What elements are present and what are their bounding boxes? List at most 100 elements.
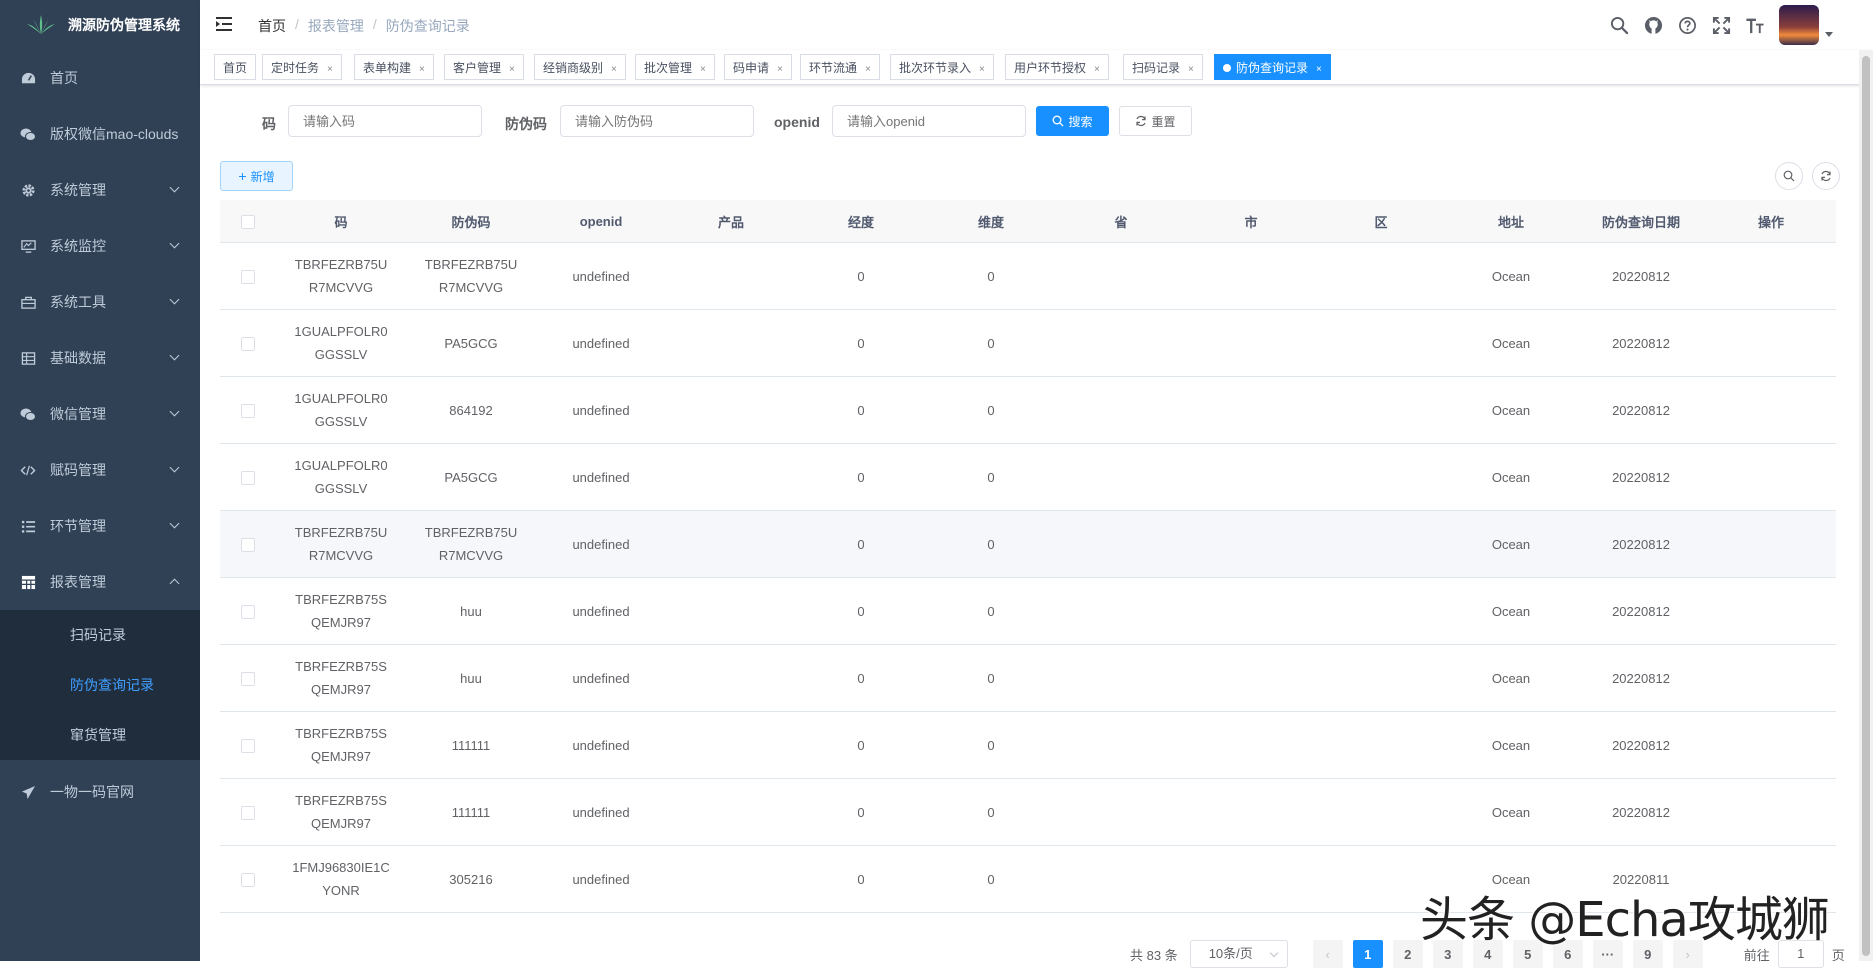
sidebar-item-website[interactable]: 一物一码官网 — [0, 764, 200, 820]
row-checkbox[interactable] — [241, 605, 255, 620]
prev-page-button[interactable]: ‹ — [1312, 940, 1343, 968]
scrollbar-thumb[interactable] — [1862, 56, 1870, 956]
sidebar-item-3[interactable]: 系统监控 — [0, 218, 200, 274]
close-icon[interactable]: × — [1316, 64, 1322, 75]
add-button[interactable]: + 新增 — [220, 161, 293, 191]
openid-input[interactable] — [832, 105, 1026, 137]
tag-6[interactable]: 码申请 × — [724, 54, 792, 80]
close-icon[interactable]: × — [327, 64, 333, 75]
close-icon[interactable]: × — [979, 64, 985, 75]
caret-down-icon[interactable] — [1825, 31, 1833, 37]
tag-9[interactable]: 用户环节授权 × — [1005, 54, 1109, 80]
sidebar-item-2[interactable]: 系统管理 — [0, 162, 200, 218]
tag-4[interactable]: 经销商级别 × — [534, 54, 626, 80]
close-icon[interactable]: × — [777, 64, 783, 75]
sidebar-item-label: 版权微信mao-clouds — [50, 126, 179, 142]
tag-10[interactable]: 扫码记录 × — [1123, 54, 1203, 80]
table-cell — [1706, 443, 1836, 511]
table-cell — [1316, 376, 1446, 444]
select-cell — [220, 376, 276, 444]
row-checkbox[interactable] — [241, 270, 255, 285]
tag-3[interactable]: 客户管理 × — [444, 54, 524, 80]
table-cell: huu — [406, 577, 536, 645]
sidebar-item-5[interactable]: 基础数据 — [0, 330, 200, 386]
close-icon[interactable]: × — [865, 64, 871, 75]
table-row[interactable]: 1GUALPFOLR0GGSSLV PA5GCG undefined 0 0 Ocean 2… — [220, 443, 1836, 511]
avatar[interactable] — [1779, 5, 1819, 45]
row-checkbox[interactable] — [241, 337, 255, 352]
page-scrollbar[interactable] — [1859, 50, 1873, 961]
app-logo[interactable]: 溯源防伪管理系统 — [0, 0, 200, 50]
tag-8[interactable]: 批次环节录入 × — [890, 54, 994, 80]
code-input[interactable] — [288, 105, 482, 137]
breadcrumb-home[interactable]: 首页 — [258, 16, 286, 36]
fullscreen-icon[interactable] — [1711, 15, 1731, 35]
row-checkbox[interactable] — [241, 538, 255, 553]
table-body: TBRFEZRB75UR7MCVVG TBRFEZRB75UR7MCVVG unde… — [220, 242, 1836, 913]
submenu-item-0[interactable]: 扫码记录 — [0, 610, 200, 660]
tag-0[interactable]: 首页 — [214, 54, 257, 80]
table-cell — [666, 376, 796, 444]
chevron-up-icon — [169, 578, 180, 589]
page-button[interactable]: 2 — [1392, 940, 1423, 968]
anti-code-input[interactable] — [560, 105, 754, 137]
sidebar-item-8[interactable]: 环节管理 — [0, 498, 200, 554]
tag-7[interactable]: 环节流通 × — [800, 54, 880, 80]
table-cell — [1706, 644, 1836, 712]
sidebar-item-6[interactable]: 微信管理 — [0, 386, 200, 442]
select-cell — [220, 711, 276, 779]
select-all-checkbox[interactable] — [241, 214, 255, 229]
github-icon[interactable] — [1643, 15, 1663, 35]
table-row[interactable]: TBRFEZRB75SQEMJR97 huu undefined 0 0 Ocean 202… — [220, 644, 1836, 712]
table-cell: 0 — [926, 845, 1056, 913]
page-size-select[interactable]: 10条/页 — [1189, 940, 1288, 968]
tag-5[interactable]: 批次管理 × — [635, 54, 715, 80]
toggle-search-button[interactable] — [1775, 162, 1803, 190]
row-checkbox[interactable] — [241, 739, 255, 754]
close-icon[interactable]: × — [611, 64, 617, 75]
close-icon[interactable]: × — [1188, 64, 1194, 75]
question-icon[interactable] — [1677, 15, 1697, 35]
row-checkbox[interactable] — [241, 471, 255, 486]
refresh-table-button[interactable] — [1812, 162, 1840, 190]
reset-button[interactable]: 重置 — [1119, 106, 1192, 136]
table-row[interactable]: 1GUALPFOLR0GGSSLV PA5GCG undefined 0 0 Ocean 2… — [220, 309, 1836, 377]
tags-view: 首页 定时任务 × 表单构建 × 客户管理 × 经销商级别 × 批次管理 × 码申请 × 环节流通 × 批次环… — [200, 50, 1873, 85]
table-row[interactable]: TBRFEZRB75SQEMJR97 huu undefined 0 0 Ocean 202… — [220, 577, 1836, 645]
close-icon[interactable]: × — [509, 64, 515, 75]
table-row[interactable]: TBRFEZRB75SQEMJR97 111111 undefined 0 0 Ocean… — [220, 778, 1836, 846]
sidebar-item-7[interactable]: 赋码管理 — [0, 442, 200, 498]
row-checkbox[interactable] — [241, 873, 255, 888]
code-label: 码 — [262, 116, 276, 132]
font-size-icon[interactable] — [1745, 15, 1765, 35]
table-cell — [1056, 309, 1186, 377]
row-checkbox[interactable] — [241, 806, 255, 821]
row-checkbox[interactable] — [241, 404, 255, 419]
sidebar-item-9[interactable]: 报表管理 — [0, 554, 200, 610]
submenu-item-1[interactable]: 防伪查询记录 — [0, 660, 200, 710]
search-icon[interactable] — [1609, 15, 1629, 35]
tag-2[interactable]: 表单构建 × — [354, 54, 434, 80]
table-row[interactable]: 1GUALPFOLR0GGSSLV 864192 undefined 0 0 Ocean 2… — [220, 376, 1836, 444]
table-cell — [1056, 577, 1186, 645]
table-cell: undefined — [536, 644, 666, 712]
sidebar-item-0[interactable]: 首页 — [0, 50, 200, 106]
table-row[interactable]: TBRFEZRB75SQEMJR97 111111 undefined 0 0 Ocean… — [220, 711, 1836, 779]
table-cell: 0 — [926, 510, 1056, 578]
table-cell: 0 — [926, 443, 1056, 511]
sidebar-item-1[interactable]: 版权微信mao-clouds — [0, 106, 200, 162]
table-row[interactable]: TBRFEZRB75UR7MCVVG TBRFEZRB75UR7MCVVG unde… — [220, 242, 1836, 310]
tag-11[interactable]: 防伪查询记录 × — [1214, 54, 1331, 80]
page-button[interactable]: 1 — [1352, 940, 1383, 968]
table-row[interactable]: TBRFEZRB75UR7MCVVG TBRFEZRB75UR7MCVVG unde… — [220, 510, 1836, 578]
hamburger-icon[interactable] — [216, 16, 234, 32]
close-icon[interactable]: × — [700, 64, 706, 75]
sidebar-item-4[interactable]: 系统工具 — [0, 274, 200, 330]
search-button[interactable]: 搜索 — [1036, 106, 1109, 136]
close-icon[interactable]: × — [1094, 64, 1100, 75]
close-icon[interactable]: × — [419, 64, 425, 75]
row-checkbox[interactable] — [241, 672, 255, 687]
tag-1[interactable]: 定时任务 × — [262, 54, 342, 80]
table-cell — [666, 443, 796, 511]
submenu-item-2[interactable]: 窜货管理 — [0, 710, 200, 760]
